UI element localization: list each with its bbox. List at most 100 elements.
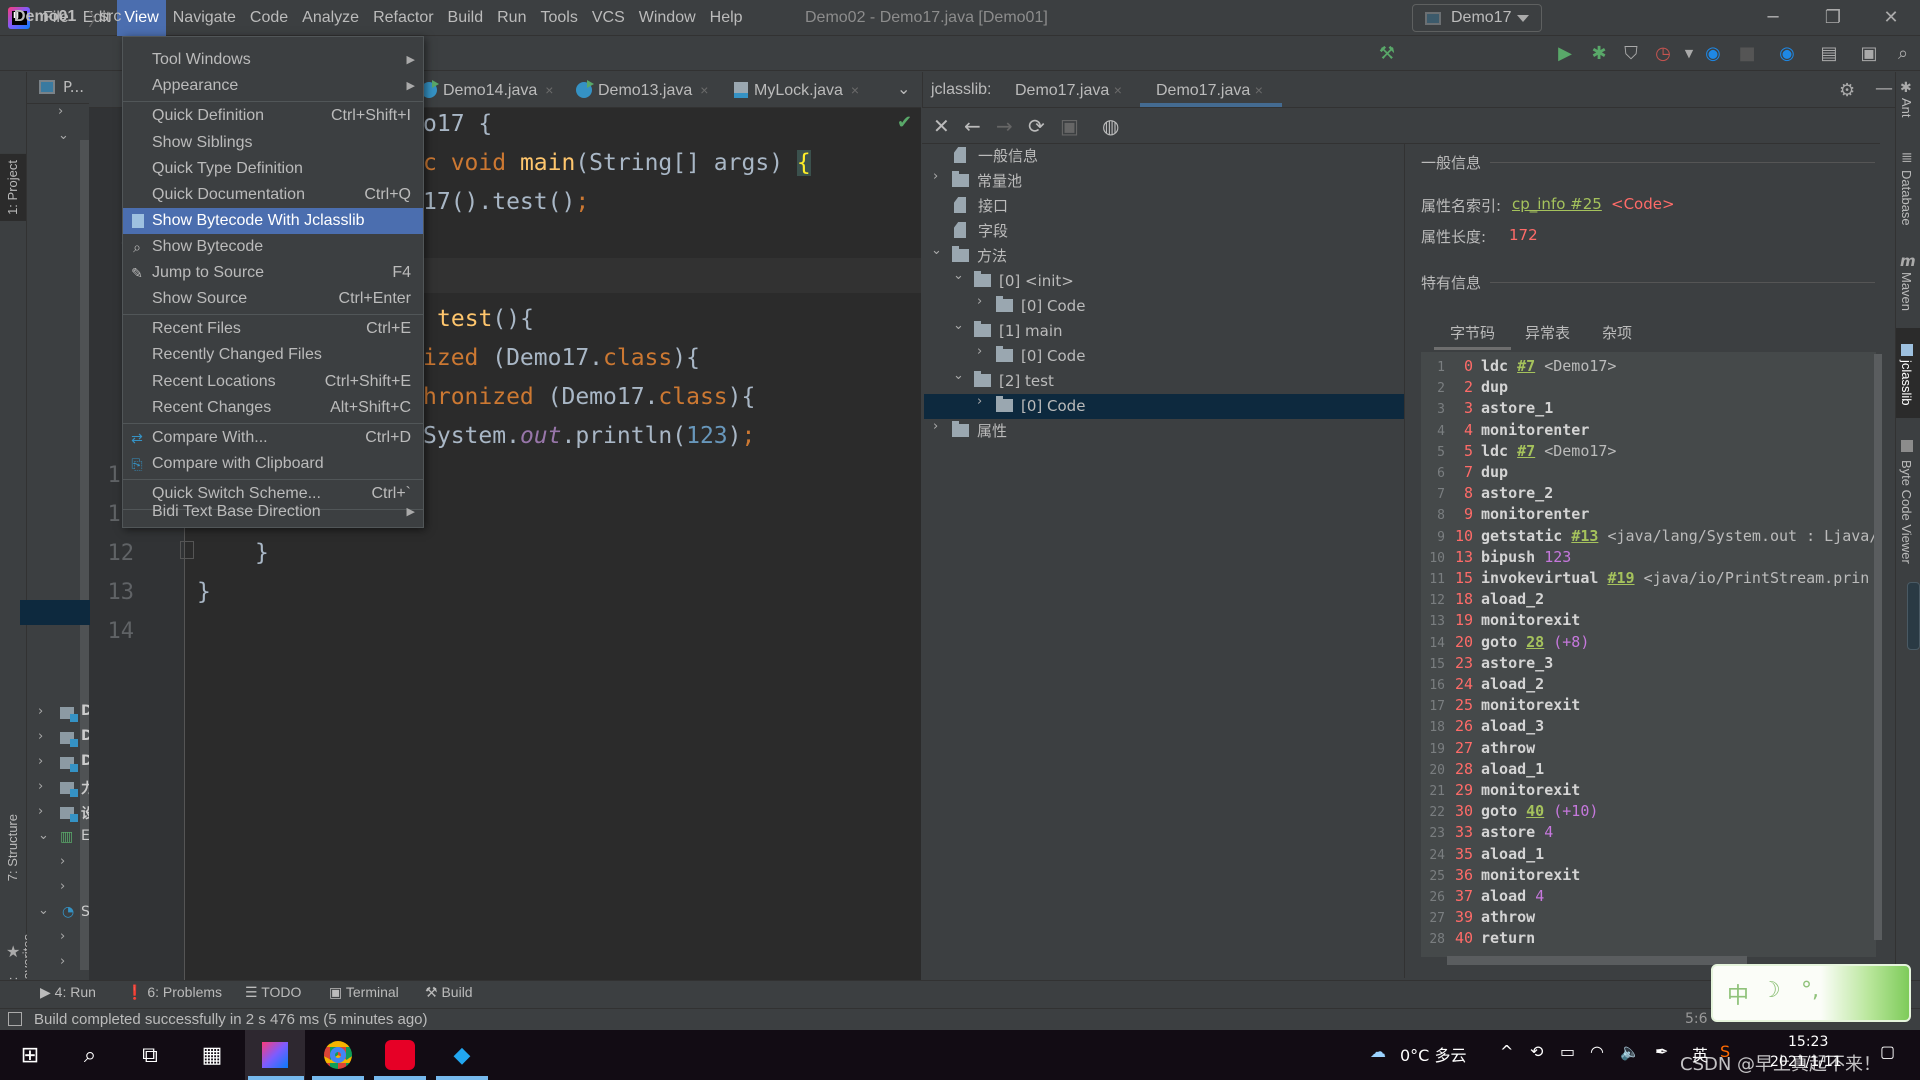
- tree-expand-arrow[interactable]: ›: [977, 294, 982, 309]
- bytecode-row[interactable]: 26 37 aload 4: [1421, 886, 1544, 907]
- taskbar-chrome[interactable]: [308, 1030, 368, 1080]
- menu-item-appearance[interactable]: Appearance ▶: [123, 73, 423, 99]
- bytecode-row[interactable]: 25 36 monitorexit: [1421, 865, 1580, 886]
- tool-tab-structure[interactable]: 7: Structure: [5, 814, 20, 881]
- back-arrow-icon[interactable]: ←: [964, 114, 981, 138]
- tree-node-method-test[interactable]: [2] test: [974, 369, 1054, 394]
- terminal-window-icon[interactable]: ▣: [1856, 40, 1882, 66]
- tree-node-method-main[interactable]: [1] main: [974, 319, 1063, 344]
- tray-chevron-up-icon[interactable]: ^: [1500, 1042, 1513, 1061]
- project-view-selector[interactable]: P...: [63, 78, 84, 96]
- menu-item-recent-files[interactable]: Recent Files Ctrl+E: [123, 316, 423, 342]
- save-icon[interactable]: ▣: [1060, 114, 1079, 138]
- tree-expand-arrow[interactable]: ›: [60, 854, 65, 869]
- tree-node-interfaces[interactable]: 接口: [954, 194, 1008, 219]
- refresh-icon[interactable]: ⟳: [1028, 114, 1045, 138]
- close-tab-icon[interactable]: ×: [1114, 82, 1122, 98]
- web-globe-icon[interactable]: ◍: [1102, 114, 1119, 138]
- tool-tab-terminal[interactable]: ▣ Terminal: [329, 984, 399, 1001]
- close-window-button[interactable]: ✕: [1862, 0, 1920, 36]
- clock-time[interactable]: 15:23: [1788, 1034, 1828, 1050]
- menu-item-tool-windows[interactable]: Tool Windows ▶: [123, 47, 423, 73]
- menu-item-compare-clipboard[interactable]: ⎘ Compare with Clipboard: [123, 451, 423, 477]
- tree-expand-arrow[interactable]: ›: [60, 929, 65, 944]
- bytecode-row[interactable]: 11 15 invokevirtual #19 <java/io/PrintStre…: [1421, 568, 1869, 589]
- menu-help[interactable]: Help: [703, 0, 750, 36]
- menu-item-quick-type-definition[interactable]: Quick Type Definition: [123, 156, 423, 182]
- bytecode-row[interactable]: 19 27 athrow: [1421, 738, 1535, 759]
- close-tab-icon[interactable]: ×: [1255, 82, 1263, 98]
- attr-name-index-link[interactable]: cp_info #25: [1512, 195, 1602, 213]
- run-configuration-dropdown[interactable]: Demo17: [1412, 4, 1542, 32]
- bytecode-reference-link[interactable]: #13: [1571, 527, 1598, 545]
- gauge-settings-icon[interactable]: ◉: [1774, 40, 1800, 66]
- tree-node-test-code-selected[interactable]: [0] Code: [924, 394, 1404, 419]
- bytecode-row[interactable]: 28 40 return: [1421, 928, 1535, 949]
- bytecode-row[interactable]: 13 19 monitorexit: [1421, 610, 1580, 631]
- bytecode-row[interactable]: 5 5 ldc #7 <Demo17>: [1421, 441, 1616, 462]
- tree-expand-arrow[interactable]: ›: [933, 419, 938, 434]
- ime-punct[interactable]: °,: [1801, 978, 1819, 1003]
- ime-status-widget[interactable]: 中 ☽ °,: [1711, 964, 1911, 1022]
- tool-tab-run[interactable]: ▶ 4: Run: [40, 984, 96, 1001]
- tree-expand-arrow[interactable]: ›: [977, 344, 982, 359]
- tree-collapse-arrow[interactable]: ⌄: [38, 903, 49, 918]
- menu-item-bidi-direction[interactable]: Bidi Text Base Direction ▶: [123, 499, 423, 525]
- subtab-misc[interactable]: 杂项: [1602, 322, 1632, 343]
- gear-icon[interactable]: ⚙: [1839, 80, 1855, 101]
- bytecode-row[interactable]: 9 10 getstatic #13 <java/lang/System.out :…: [1421, 526, 1878, 547]
- bytecode-row[interactable]: 20 28 aload_1: [1421, 759, 1544, 780]
- tree-expand-arrow[interactable]: ›: [38, 779, 43, 794]
- status-toggle-icon[interactable]: [8, 1012, 22, 1026]
- moon-icon[interactable]: ☽: [1761, 978, 1781, 1003]
- fold-marker-icon[interactable]: [180, 541, 194, 559]
- tool-tab-project[interactable]: 1: Project: [0, 154, 26, 221]
- bytecode-row[interactable]: 1 0 ldc #7 <Demo17>: [1421, 356, 1616, 377]
- debug-bug-icon[interactable]: ✱: [1586, 40, 1612, 66]
- tool-tab-ant[interactable]: Ant: [1899, 98, 1914, 118]
- menu-view[interactable]: View: [117, 0, 166, 36]
- menu-build[interactable]: Build: [441, 0, 491, 36]
- notifications-icon[interactable]: ▢: [1880, 1042, 1895, 1061]
- tree-node-init-code[interactable]: [0] Code: [996, 294, 1085, 319]
- tree-collapse-arrow[interactable]: ⌄: [953, 368, 964, 383]
- tray-sync-icon[interactable]: ⟲: [1530, 1042, 1543, 1061]
- menu-item-quick-definition[interactable]: Quick Definition Ctrl+Shift+I: [123, 103, 423, 129]
- coverage-shield-icon[interactable]: ⛉: [1618, 40, 1644, 66]
- gauge-icon[interactable]: ◉: [1700, 40, 1726, 66]
- menu-vcs[interactable]: VCS: [585, 0, 632, 36]
- tab-list-chevron-icon[interactable]: ⌄: [897, 72, 910, 108]
- tree-node-general-info[interactable]: 一般信息: [954, 144, 1038, 169]
- tree-collapse-arrow[interactable]: ⌄: [38, 828, 49, 843]
- tree-node-methods[interactable]: 方法: [952, 244, 1007, 269]
- bytecode-row[interactable]: 23 33 astore 4: [1421, 822, 1553, 843]
- tree-node-constant-pool[interactable]: 常量池: [952, 169, 1022, 194]
- bytecode-horizontal-scrollbar[interactable]: [1447, 956, 1747, 965]
- tool-tab-todo[interactable]: ☰ TODO: [245, 984, 301, 1001]
- tool-tab-problems[interactable]: ❗ 6: Problems: [126, 984, 222, 1001]
- bytecode-reference-link[interactable]: #7: [1517, 442, 1535, 460]
- subtab-bytecode[interactable]: 字节码: [1450, 322, 1495, 343]
- tree-expand-arrow[interactable]: ›: [58, 104, 63, 119]
- menu-window[interactable]: Window: [632, 0, 703, 36]
- bytecode-reference-link[interactable]: 28: [1526, 633, 1544, 651]
- menu-item-quick-documentation[interactable]: Quick Documentation Ctrl+Q: [123, 182, 423, 208]
- bytecode-row[interactable]: 15 23 astore_3: [1421, 653, 1553, 674]
- tree-node-method-init[interactable]: [0] <init>: [974, 269, 1074, 294]
- search-icon[interactable]: ⌕: [60, 1030, 120, 1080]
- tree-expand-arrow[interactable]: ›: [933, 169, 938, 184]
- wifi-icon[interactable]: ◠: [1590, 1042, 1604, 1061]
- menu-item-show-source[interactable]: Show Source Ctrl+Enter: [123, 286, 423, 312]
- menu-refactor[interactable]: Refactor: [366, 0, 440, 36]
- restore-button[interactable]: ❐: [1804, 0, 1862, 36]
- bytecode-vertical-scrollbar[interactable]: [1874, 354, 1882, 940]
- menu-item-show-bytecode-jclasslib[interactable]: Show Bytecode With Jclasslib: [123, 208, 423, 234]
- close-tab-icon[interactable]: ×: [851, 82, 859, 98]
- menu-item-show-bytecode[interactable]: ⌕ Show Bytecode: [123, 234, 423, 260]
- menu-item-show-siblings[interactable]: Show Siblings: [123, 130, 423, 156]
- battery-icon[interactable]: ▭: [1560, 1042, 1575, 1061]
- bytecode-row[interactable]: 27 39 athrow: [1421, 907, 1535, 928]
- pen-icon[interactable]: ✒: [1655, 1042, 1668, 1061]
- menu-analyze[interactable]: Analyze: [295, 0, 366, 36]
- jclasslib-tab-1[interactable]: Demo17.java ×: [1015, 72, 1122, 109]
